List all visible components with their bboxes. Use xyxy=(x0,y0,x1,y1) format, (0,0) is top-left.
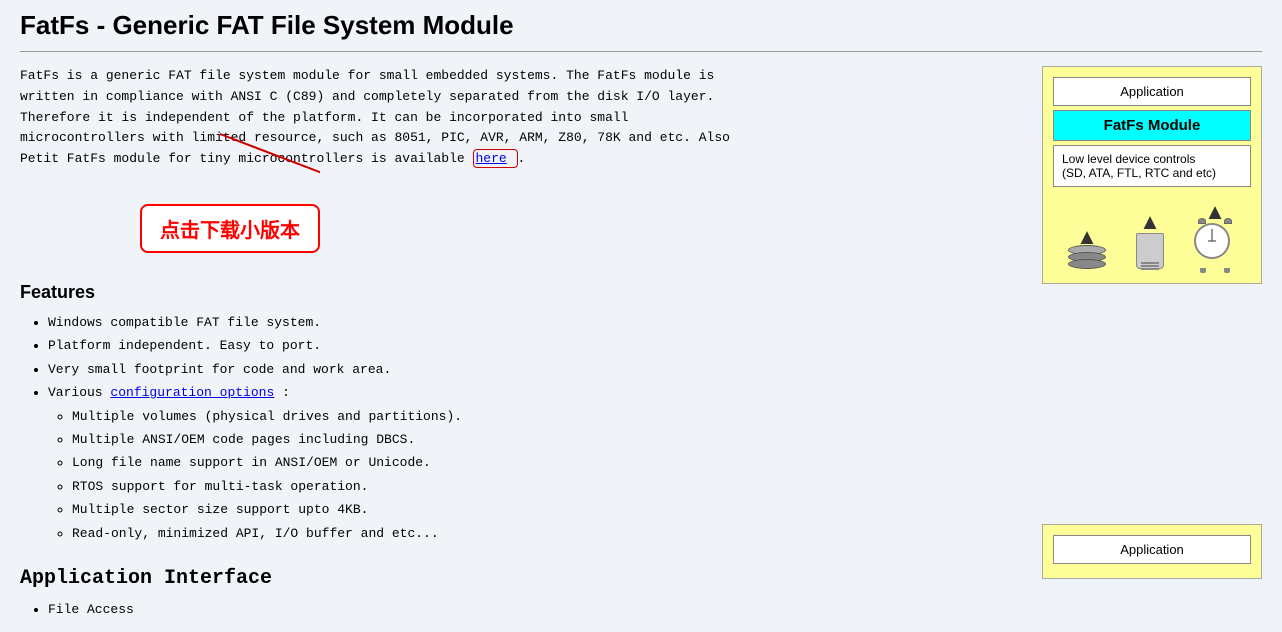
sub-item-2: Multiple ANSI/OEM code pages including D… xyxy=(72,428,1012,451)
intro-text-1: FatFs is a generic FAT file system modul… xyxy=(20,68,714,83)
intro-text-3: Therefore it is independent of the platf… xyxy=(20,110,629,125)
arrow-up-icon-clock: ▲ xyxy=(1204,201,1226,223)
arrow-up-icon-sd: ▲ xyxy=(1139,211,1161,233)
main-layout: FatFs is a generic FAT file system modul… xyxy=(20,66,1262,621)
intro-text-2: written in compliance with ANSI C (C89) … xyxy=(20,89,714,104)
diagram-application-row: Application xyxy=(1053,77,1251,106)
sd-card-icon xyxy=(1136,233,1164,269)
sd-card-icon-item: ▲ xyxy=(1136,211,1164,269)
bottom-diagram-box: Application xyxy=(1042,524,1262,579)
clock-icon xyxy=(1194,223,1230,259)
app-interface-section: Application Interface File Access xyxy=(20,567,1012,621)
clock-foot-left xyxy=(1200,268,1206,273)
sub-item-4: RTOS support for multi-task operation. xyxy=(72,475,1012,498)
divider xyxy=(20,51,1262,52)
clock-ear-right xyxy=(1224,218,1232,224)
clock-wrapper xyxy=(1194,223,1236,269)
icons-row: ▲ ▲ ▲ xyxy=(1053,197,1251,273)
intro-text-4: microcontrollers with limited resource, … xyxy=(20,130,730,145)
top-diagram-box: Application FatFs Module Low level devic… xyxy=(1042,66,1262,284)
app-interface-list: File Access xyxy=(20,598,1012,621)
clock-icon-item: ▲ xyxy=(1194,201,1236,269)
page-title: FatFs - Generic FAT File System Module xyxy=(20,10,1262,41)
intro-text-5: Petit FatFs module for tiny microcontrol… xyxy=(20,151,465,166)
here-link-wrapper: here xyxy=(473,149,518,168)
features-list: Windows compatible FAT file system. Plat… xyxy=(20,311,1012,545)
bottom-diagram-application-row: Application xyxy=(1053,535,1251,564)
left-content: FatFs is a generic FAT file system modul… xyxy=(20,66,1012,621)
features-heading: Features xyxy=(20,282,1012,303)
sub-item-6: Read-only, minimized API, I/O buffer and… xyxy=(72,522,1012,545)
features-sub-list: Multiple volumes (physical drives and pa… xyxy=(48,405,1012,545)
features-section: Features Windows compatible FAT file sys… xyxy=(20,282,1012,545)
diagram-lowlevel-row: Low level device controls(SD, ATA, FTL, … xyxy=(1053,145,1251,187)
feature-item-1: Windows compatible FAT file system. xyxy=(48,311,1012,334)
sub-item-1: Multiple volumes (physical drives and pa… xyxy=(72,405,1012,428)
diagram-fatfs-row: FatFs Module xyxy=(1053,110,1251,141)
chinese-annotation-box[interactable]: 点击下载小版本 xyxy=(140,204,320,253)
annotation-container: 点击下载小版本 xyxy=(20,184,1012,264)
app-interface-heading: Application Interface xyxy=(20,567,1012,590)
right-panel: Application FatFs Module Low level devic… xyxy=(1042,66,1262,579)
feature-item-2: Platform independent. Easy to port. xyxy=(48,334,1012,357)
sub-item-5: Multiple sector size support upto 4KB. xyxy=(72,498,1012,521)
here-link[interactable]: here xyxy=(476,151,507,166)
clock-foot-right xyxy=(1224,268,1230,273)
feature-item-3: Very small footprint for code and work a… xyxy=(48,358,1012,381)
sub-item-3: Long file name support in ANSI/OEM or Un… xyxy=(72,451,1012,474)
config-options-link[interactable]: configuration options xyxy=(110,385,274,400)
disk-3 xyxy=(1068,259,1106,269)
disk-stack-icon xyxy=(1068,248,1106,269)
feature-item-4: Various configuration options : Multiple… xyxy=(48,381,1012,545)
app-interface-item-file-access: File Access xyxy=(48,598,1012,621)
disk-icon-item: ▲ xyxy=(1068,226,1106,269)
intro-text-6: . xyxy=(518,151,526,166)
intro-paragraph: FatFs is a generic FAT file system modul… xyxy=(20,66,1012,170)
clock-ear-left xyxy=(1198,218,1206,224)
